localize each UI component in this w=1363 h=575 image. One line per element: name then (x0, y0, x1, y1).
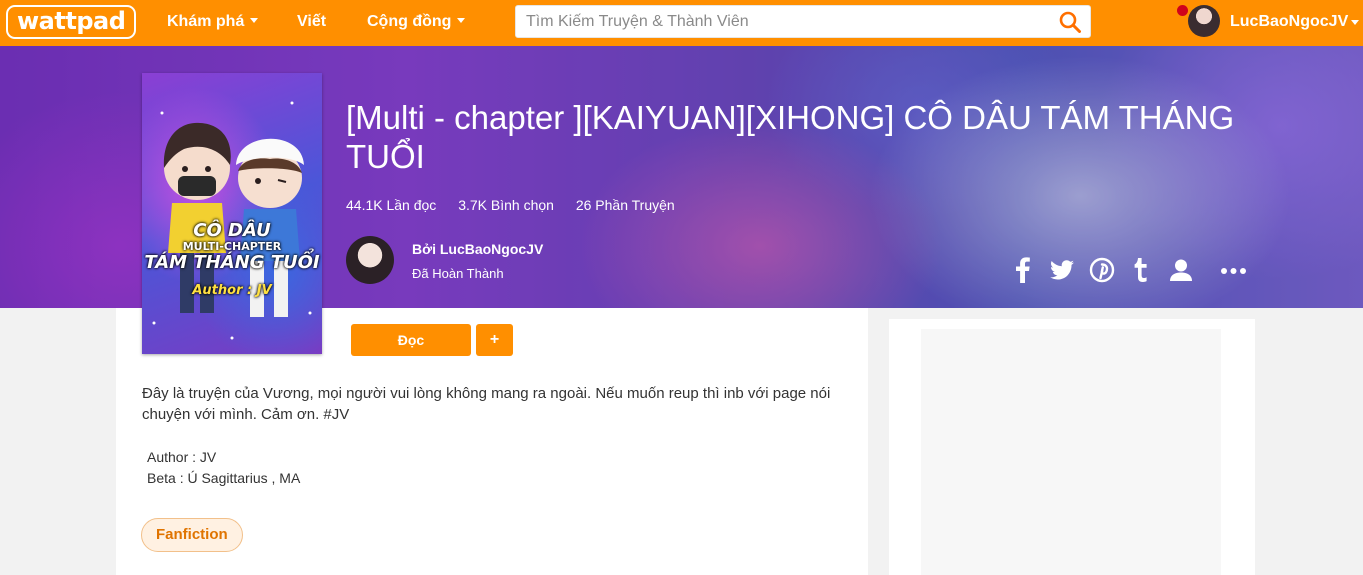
cover-illustration (152, 101, 312, 340)
cover-line-1: CÔ DÂU (193, 220, 271, 241)
pinterest-icon[interactable] (1089, 256, 1115, 284)
author-avatar[interactable] (346, 236, 394, 284)
completion-status: Đã Hoàn Thành (412, 266, 504, 281)
parts-count: 26 Phần Truyện (575, 197, 675, 213)
wattpad-logo[interactable]: wattpad (6, 5, 137, 39)
beta-meta: Beta : Ú Sagittarius , MA (147, 470, 301, 486)
cover-line-4: Author : JV (192, 283, 272, 298)
author-meta: Author : JV (147, 449, 217, 465)
tumblr-icon[interactable] (1131, 256, 1149, 284)
cover-title-text: CÔ DÂU MULTI-CHAPTER TÁM THÁNG TUỔI Auth… (142, 221, 322, 299)
votes-count: 3.7K Bình chọn (458, 197, 554, 213)
read-button[interactable]: Đọc (351, 324, 471, 356)
user-avatar[interactable] (1188, 5, 1220, 37)
facebook-icon[interactable] (1015, 256, 1031, 284)
nav-community[interactable]: Cộng đồng (367, 11, 466, 33)
nav-community-label: Cộng đồng (367, 13, 452, 30)
story-title: [Multi - chapter ][KAIYUAN][XIHONG] CÔ D… (346, 99, 1235, 175)
user-icon[interactable] (1168, 256, 1194, 284)
chevron-down-icon (457, 18, 466, 23)
author-link[interactable]: Bởi LucBaoNgocJV (412, 240, 543, 258)
notification-badge[interactable] (1177, 5, 1188, 16)
nav-explore[interactable]: Khám phá (167, 11, 259, 33)
top-navigation: wattpad Khám phá Viết Cộng đồng LucBaoNg… (0, 0, 1363, 46)
twitter-icon[interactable] (1049, 256, 1075, 284)
nav-write-label: Viết (297, 13, 327, 30)
chevron-down-icon (250, 18, 259, 23)
cover-line-3: TÁM THÁNG TUỔI (144, 252, 320, 273)
search-box (515, 5, 1091, 38)
ad-placeholder (921, 329, 1221, 575)
story-cover[interactable]: CÔ DÂU MULTI-CHAPTER TÁM THÁNG TUỔI Auth… (142, 73, 322, 354)
add-to-library-button[interactable]: + (476, 324, 513, 356)
username-menu[interactable]: LucBaoNgocJV (1230, 12, 1348, 32)
story-description: Đây là truyện của Vương, mọi người vui l… (142, 385, 831, 423)
story-stats: 44.1K Lần đọc 3.7K Bình chọn 26 Phần Tru… (346, 196, 693, 214)
chevron-down-icon[interactable] (1351, 20, 1359, 25)
nav-explore-label: Khám phá (167, 13, 245, 30)
nav-write[interactable]: Viết (297, 11, 326, 33)
tag-fanfiction[interactable]: Fanfiction (141, 518, 243, 552)
search-icon[interactable] (1059, 11, 1081, 33)
search-input[interactable] (516, 6, 1046, 37)
more-icon[interactable] (1220, 256, 1248, 284)
reads-count: 44.1K Lần đọc (346, 197, 437, 213)
